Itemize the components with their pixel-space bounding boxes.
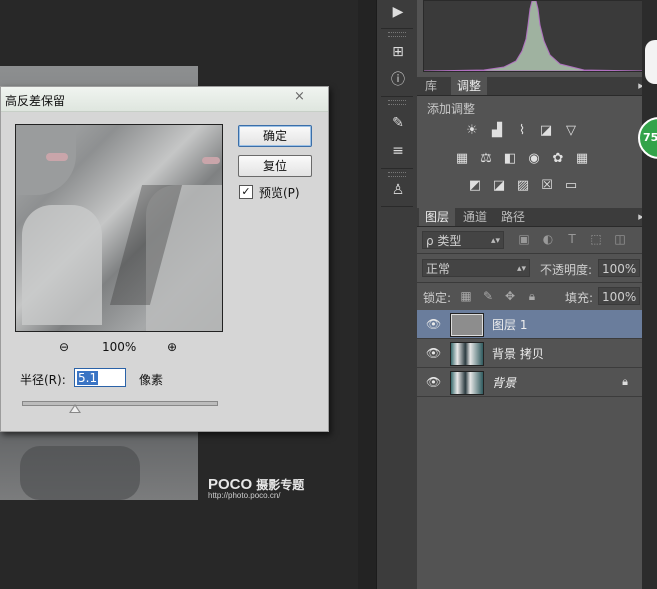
- layer-row-background[interactable]: 👁︎ 背景 🔒︎: [417, 368, 642, 397]
- smart-object-filter-icon[interactable]: ◫: [613, 232, 627, 246]
- tab-channels[interactable]: 通道: [457, 208, 493, 226]
- visibility-eye-icon[interactable]: 👁︎: [426, 346, 441, 360]
- right-edge-strip: [642, 0, 657, 589]
- dialog-title: 高反差保留: [5, 94, 66, 108]
- fill-value: 100%: [602, 290, 637, 304]
- layers-tabbar: 图层 通道 路径 ▸≡: [417, 208, 657, 227]
- selective-color-icon[interactable]: ☒: [539, 178, 555, 194]
- visibility-eye-icon[interactable]: 👁︎: [426, 375, 441, 389]
- visibility-eye-icon[interactable]: 👁︎: [426, 317, 441, 331]
- close-icon[interactable]: ×: [294, 89, 305, 104]
- preview-checkbox[interactable]: ✓: [239, 185, 253, 199]
- color-lookup-icon[interactable]: ▦: [574, 151, 590, 167]
- workspace-gap: [358, 0, 376, 589]
- black-white-icon[interactable]: ◧: [502, 151, 518, 167]
- posterize-icon[interactable]: ◪: [491, 178, 507, 194]
- layer-filter-label: ρ 类型: [426, 234, 462, 248]
- fill-label: 填充:: [565, 291, 594, 305]
- layer-row-layer1[interactable]: 👁︎ 图层 1: [417, 310, 642, 339]
- histogram: [423, 0, 647, 72]
- pixel-filter-icon[interactable]: ▣: [517, 232, 531, 246]
- clone-source-icon[interactable]: ♙: [387, 180, 409, 200]
- edge-widget: [645, 40, 657, 84]
- radius-slider-track[interactable]: [22, 401, 218, 406]
- lock-label: 锁定:: [423, 291, 452, 305]
- brightness-icon[interactable]: ☀: [464, 123, 480, 139]
- threshold-icon[interactable]: ▨: [515, 178, 531, 194]
- opacity-input[interactable]: 100%: [598, 259, 640, 277]
- radius-slider-thumb[interactable]: [68, 404, 81, 413]
- layer-row-background-copy[interactable]: 👁︎ 背景 拷贝: [417, 339, 642, 368]
- lock-transparency-icon[interactable]: ▦: [459, 289, 473, 303]
- blend-mode-select[interactable]: 正常 ▴▾: [422, 259, 530, 277]
- layer-name: 图层 1: [492, 318, 528, 332]
- zoom-in-icon[interactable]: ⊕: [167, 340, 177, 354]
- filter-preview[interactable]: [15, 124, 223, 332]
- type-filter-icon[interactable]: T: [565, 232, 579, 246]
- poco-watermark: POCO 摄影专题 http://photo.poco.cn/: [208, 476, 304, 500]
- layer-filter-select[interactable]: ρ 类型 ▴▾: [422, 231, 504, 249]
- play-icon[interactable]: ▶: [387, 2, 409, 22]
- layer-name: 背景: [492, 376, 517, 390]
- layer-thumbnail: [450, 342, 484, 366]
- tab-library[interactable]: 库: [419, 77, 443, 95]
- blend-mode-value: 正常: [426, 262, 451, 276]
- zoom-level: 100%: [102, 340, 137, 354]
- lock-all-icon[interactable]: 🔒︎: [525, 289, 539, 303]
- zoom-out-icon[interactable]: ⊖: [59, 340, 69, 354]
- layers-list: 👁︎ 图层 1 👁︎ 背景 拷贝 👁︎ 背景 🔒︎: [417, 310, 642, 589]
- sliders-icon[interactable]: ≡: [387, 141, 409, 161]
- fill-input[interactable]: 100%: [598, 287, 640, 305]
- ok-button[interactable]: 确定: [238, 125, 312, 147]
- adjustment-filter-icon[interactable]: ◐: [541, 232, 555, 246]
- opacity-value: 100%: [602, 262, 637, 276]
- shape-filter-icon[interactable]: ⬚: [589, 232, 603, 246]
- panel-dock-strip: ▶ ⊞ ⓘ ✎ ≡ ♙: [376, 0, 418, 589]
- gradient-map-icon[interactable]: ▭: [563, 178, 579, 194]
- levels-icon[interactable]: ▟: [489, 123, 505, 139]
- exposure-icon[interactable]: ◪: [538, 123, 554, 139]
- adjustments-title: 添加调整: [427, 102, 476, 116]
- adjustments-tabbar: 库 调整 ▸≡: [417, 77, 657, 96]
- high-pass-dialog: 高反差保留 × ⊖ 100% ⊕ 确定 复位 ✓ 预览(P) 半径(R): 5.…: [0, 86, 329, 432]
- radius-unit: 像素: [139, 373, 164, 387]
- tab-paths[interactable]: 路径: [495, 208, 531, 226]
- channel-mixer-icon[interactable]: ✿: [550, 151, 566, 167]
- radius-value: 5.1: [77, 371, 99, 385]
- layer-lock-icon: 🔒︎: [622, 375, 628, 388]
- lock-image-icon[interactable]: ✎: [481, 289, 495, 303]
- radius-input[interactable]: 5.1: [74, 368, 126, 387]
- layer-name: 背景 拷贝: [492, 347, 544, 361]
- tab-layers[interactable]: 图层: [419, 208, 456, 226]
- opacity-label: 不透明度:: [540, 263, 593, 277]
- watermark-subtitle: 摄影专题: [256, 478, 305, 492]
- info-icon[interactable]: ⓘ: [387, 70, 409, 90]
- reset-button[interactable]: 复位: [238, 155, 312, 177]
- vibrance-icon[interactable]: ▽: [563, 123, 579, 139]
- preview-label: 预览(P): [259, 186, 300, 200]
- tab-adjustments[interactable]: 调整: [451, 77, 488, 95]
- layer-thumbnail: [450, 313, 484, 337]
- color-balance-icon[interactable]: ⚖: [478, 151, 494, 167]
- invert-icon[interactable]: ◩: [467, 178, 483, 194]
- radius-label: 半径(R):: [20, 373, 66, 387]
- curves-icon[interactable]: ⌇: [514, 123, 530, 139]
- right-panels: 库 调整 ▸≡ 添加调整 ☀ ▟ ⌇ ◪ ▽ ▦ ⚖ ◧ ◉ ✿ ▦ ◩ ◪ ▨…: [417, 0, 657, 589]
- dialog-titlebar[interactable]: 高反差保留 ×: [1, 87, 328, 112]
- info-icon-panel[interactable]: ⊞: [387, 42, 409, 62]
- photo-filter-icon[interactable]: ◉: [526, 151, 542, 167]
- lock-position-icon[interactable]: ✥: [503, 289, 517, 303]
- hue-saturation-icon[interactable]: ▦: [454, 151, 470, 167]
- brush-presets-icon[interactable]: ✎: [387, 113, 409, 133]
- watermark-url: http://photo.poco.cn/: [208, 491, 281, 500]
- layer-thumbnail: [450, 371, 484, 395]
